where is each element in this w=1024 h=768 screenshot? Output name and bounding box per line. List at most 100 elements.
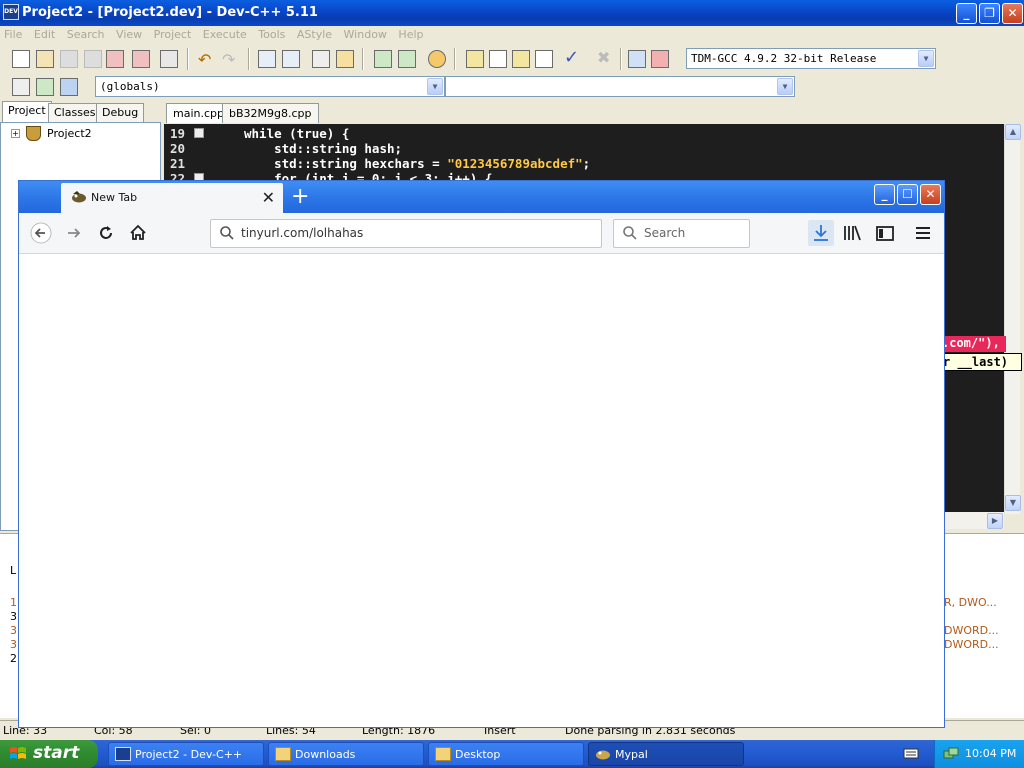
- compile-icon[interactable]: [466, 50, 484, 68]
- chevron-down-icon[interactable]: ▼: [918, 50, 934, 67]
- compiler-select[interactable]: TDM-GCC 4.9.2 32-bit Release ▼: [686, 48, 936, 69]
- taskbar-item-mypal[interactable]: Mypal: [588, 742, 744, 766]
- indent-icon[interactable]: [336, 50, 354, 68]
- tab-debug[interactable]: Debug: [96, 103, 145, 122]
- find-icon[interactable]: [258, 50, 276, 68]
- browser-tab[interactable]: New Tab ✕: [61, 183, 283, 213]
- devcpp-title-bar[interactable]: DEV Project2 - [Project2.dev] - Dev-C++ …: [0, 0, 1024, 26]
- sidebar-icon[interactable]: [874, 222, 896, 244]
- taskbar-item-label: Desktop: [455, 748, 501, 761]
- search-input[interactable]: [644, 226, 744, 240]
- menu-file[interactable]: File: [0, 26, 26, 43]
- new-file-icon[interactable]: [12, 50, 30, 68]
- close-tab-icon[interactable]: ✕: [262, 188, 275, 207]
- system-tray: 10:04 PM: [934, 740, 1024, 768]
- browser-title-bar[interactable]: New Tab ✕ + _ ☐ ✕: [19, 181, 944, 213]
- browser-maximize-button[interactable]: ☐: [897, 184, 918, 205]
- close-button[interactable]: ✕: [1002, 3, 1023, 24]
- redo-icon[interactable]: ↷: [222, 50, 235, 69]
- browser-content-area[interactable]: [19, 254, 944, 727]
- hamburger-menu-icon[interactable]: [912, 222, 934, 244]
- tree-item-project2[interactable]: Project2: [47, 127, 92, 140]
- tab-classes[interactable]: Classes: [48, 103, 102, 122]
- log-line: 3: [10, 610, 17, 623]
- goto-line-icon[interactable]: [312, 50, 330, 68]
- url-bar[interactable]: [210, 219, 602, 248]
- code-hint-tooltip: r __last): [940, 353, 1022, 371]
- delete-profile-icon[interactable]: [651, 50, 669, 68]
- save-all-icon[interactable]: [84, 50, 102, 68]
- url-input[interactable]: [241, 226, 591, 240]
- menu-project[interactable]: Project: [150, 26, 196, 43]
- code-line: while (true) {: [244, 126, 350, 141]
- remove-from-project-icon[interactable]: [398, 50, 416, 68]
- clock[interactable]: 10:04 PM: [965, 747, 1016, 760]
- scope-select[interactable]: (globals) ▼: [95, 76, 445, 97]
- code-line: std::string hexchars = "0123456789abcdef…: [244, 156, 590, 171]
- compile-run-icon[interactable]: [512, 50, 530, 68]
- save-icon[interactable]: [60, 50, 78, 68]
- close-file-icon[interactable]: [106, 50, 124, 68]
- start-button[interactable]: start: [0, 740, 98, 768]
- project-options-icon[interactable]: [428, 50, 446, 68]
- scroll-right-icon[interactable]: ▶: [987, 513, 1003, 529]
- goto-bookmark-icon[interactable]: [60, 78, 78, 96]
- menu-window[interactable]: Window: [340, 26, 391, 43]
- highlighted-code: .com/"),: [940, 336, 1006, 352]
- add-to-project-icon[interactable]: [374, 50, 392, 68]
- member-select[interactable]: ▼: [445, 76, 795, 97]
- vertical-scrollbar[interactable]: ▲ ▼: [1004, 124, 1021, 514]
- forward-icon[interactable]: [63, 222, 85, 244]
- minimize-button[interactable]: _: [956, 3, 977, 24]
- menu-edit[interactable]: Edit: [30, 26, 59, 43]
- reload-icon[interactable]: [95, 222, 117, 244]
- log-detail: DWORD...: [944, 624, 999, 637]
- mypal-favicon-icon: [72, 191, 86, 203]
- expand-icon[interactable]: +: [11, 129, 20, 138]
- library-icon[interactable]: [841, 222, 863, 244]
- tab-bb32m9g8-cpp[interactable]: bB32M9g8.cpp: [222, 103, 319, 123]
- close-all-icon[interactable]: [132, 50, 150, 68]
- chevron-down-icon[interactable]: ▼: [427, 78, 443, 95]
- print-icon[interactable]: [160, 50, 178, 68]
- network-icon[interactable]: [943, 746, 959, 762]
- new-tab-icon[interactable]: +: [291, 185, 309, 209]
- menu-view[interactable]: View: [112, 26, 146, 43]
- stop-execution-icon[interactable]: ✖: [597, 48, 610, 67]
- insert-icon[interactable]: [12, 78, 30, 96]
- home-icon[interactable]: [127, 222, 149, 244]
- undo-icon[interactable]: ↶: [198, 50, 211, 69]
- scroll-up-icon[interactable]: ▲: [1005, 124, 1021, 140]
- toggle-bookmark-icon[interactable]: [36, 78, 54, 96]
- taskbar-item-devcpp[interactable]: Project2 - Dev-C++: [108, 742, 264, 766]
- replace-icon[interactable]: [282, 50, 300, 68]
- taskbar-item-desktop[interactable]: Desktop: [428, 742, 584, 766]
- rebuild-all-icon[interactable]: [535, 50, 553, 68]
- downloads-button[interactable]: [808, 220, 834, 246]
- menu-execute[interactable]: Execute: [199, 26, 251, 43]
- compiler-select-value: TDM-GCC 4.9.2 32-bit Release: [691, 52, 877, 65]
- back-icon[interactable]: [30, 222, 52, 244]
- run-icon[interactable]: [489, 50, 507, 68]
- syntax-check-icon[interactable]: ✓: [564, 47, 579, 68]
- menu-tools[interactable]: Tools: [254, 26, 289, 43]
- taskbar-item-label: Downloads: [295, 748, 356, 761]
- profile-icon[interactable]: [628, 50, 646, 68]
- download-arrow-icon: [814, 225, 828, 241]
- browser-minimize-button[interactable]: _: [874, 184, 895, 205]
- menu-search[interactable]: Search: [63, 26, 109, 43]
- fold-icon[interactable]: [194, 128, 204, 138]
- scroll-down-icon[interactable]: ▼: [1005, 495, 1021, 511]
- keyboard-icon[interactable]: [903, 746, 919, 760]
- restore-button[interactable]: ❐: [979, 3, 1000, 24]
- search-bar[interactable]: [613, 219, 750, 248]
- open-file-icon[interactable]: [36, 50, 54, 68]
- taskbar-item-downloads[interactable]: Downloads: [268, 742, 424, 766]
- menu-help[interactable]: Help: [394, 26, 427, 43]
- menu-astyle[interactable]: AStyle: [293, 26, 336, 43]
- scope-select-value: (globals): [100, 80, 160, 93]
- search-icon: [623, 226, 637, 240]
- browser-close-button[interactable]: ✕: [920, 184, 941, 205]
- chevron-down-icon[interactable]: ▼: [777, 78, 793, 95]
- tab-project[interactable]: Project: [2, 101, 52, 122]
